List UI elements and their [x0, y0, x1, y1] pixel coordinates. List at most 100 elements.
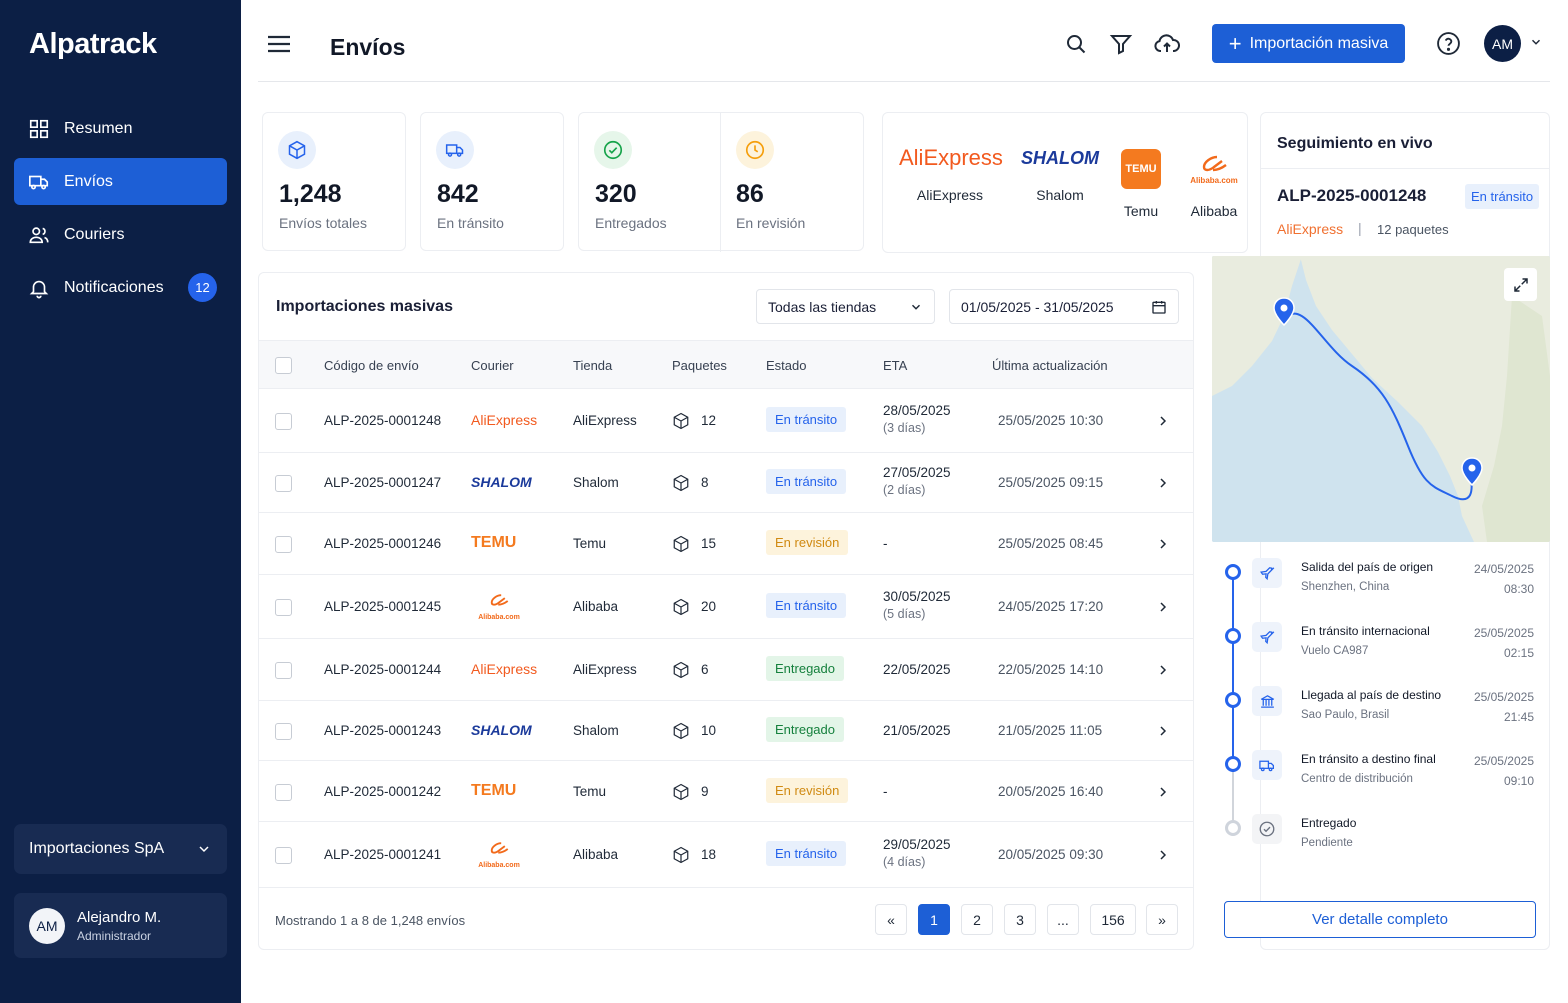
table-row[interactable]: ALP-2025-0001243 SHALOM Shalom 10 Entreg… — [259, 701, 1193, 761]
menu-icon[interactable] — [266, 33, 292, 55]
bulk-import-button[interactable]: + Importación masiva — [1212, 24, 1405, 63]
box-icon — [673, 598, 689, 616]
store-name: Shalom — [1036, 187, 1084, 203]
step-date: 25/05/2025 — [1473, 626, 1534, 640]
help-icon[interactable] — [1436, 31, 1461, 56]
column-header[interactable]: Código de envío — [324, 358, 419, 373]
eta-days: (3 días) — [883, 421, 926, 435]
last-updated: 24/05/2025 17:20 — [998, 599, 1104, 614]
pagination-page[interactable]: 156 — [1090, 904, 1136, 935]
plus-icon: + — [1228, 30, 1242, 56]
package-count: 18 — [701, 847, 717, 862]
calendar-icon — [1152, 300, 1166, 314]
table-row[interactable]: ALP-2025-0001247 SHALOM Shalom 8 En trán… — [259, 453, 1193, 513]
eta: 21/05/2025 — [883, 723, 951, 738]
eta-date: 22/05/2025 — [883, 662, 951, 677]
pagination-last[interactable]: » — [1146, 904, 1178, 935]
chevron-right-icon[interactable] — [1155, 536, 1171, 552]
chevron-down-icon[interactable] — [1529, 35, 1543, 49]
cloud-upload-icon[interactable] — [1154, 32, 1180, 56]
sidebar-item-resumen[interactable]: Resumen — [14, 105, 227, 152]
filter-icon[interactable] — [1109, 32, 1133, 56]
timeline-step: Llegada al país de destino Sao Paulo, Br… — [1212, 670, 1550, 734]
chevron-right-icon[interactable] — [1155, 475, 1171, 491]
map-graphic — [1212, 256, 1550, 542]
store-name: Temu — [573, 536, 607, 551]
table-row[interactable]: ALP-2025-0001248 AliExpress AliExpress 1… — [259, 389, 1193, 453]
row-checkbox[interactable] — [275, 413, 292, 430]
column-header[interactable]: Tienda — [573, 358, 612, 373]
store-aliexpress[interactable]: AliExpress AliExpress — [899, 143, 1003, 203]
row-checkbox[interactable] — [275, 662, 292, 679]
chevron-right-icon[interactable] — [1155, 784, 1171, 800]
table-row[interactable]: ALP-2025-0001241 Alibaba.com Alibaba 18 … — [259, 822, 1193, 888]
shipment-code: ALP-2025-0001241 — [324, 847, 442, 862]
chevron-right-icon[interactable] — [1155, 723, 1171, 739]
temu-logo: TEMU — [471, 781, 517, 799]
eta-date: - — [883, 536, 888, 551]
brand-logo: Alpatrack — [29, 28, 157, 60]
tracking-code: ALP-2025-0001248 — [1277, 186, 1427, 205]
organization-select[interactable]: Importaciones SpA — [14, 824, 227, 874]
row-checkbox[interactable] — [275, 723, 292, 740]
chevron-right-icon[interactable] — [1155, 413, 1171, 429]
box-icon — [673, 412, 689, 430]
row-checkbox[interactable] — [275, 599, 292, 616]
step-location: Pendiente — [1301, 837, 1353, 849]
select-all-checkbox[interactable] — [275, 357, 292, 374]
table-row[interactable]: ALP-2025-0001244 AliExpress AliExpress 6… — [259, 639, 1193, 701]
timeline-step: Entregado Pendiente — [1212, 798, 1550, 862]
table-row[interactable]: ALP-2025-0001246 TEMU Temu 15 En revisió… — [259, 513, 1193, 575]
row-checkbox[interactable] — [275, 783, 292, 801]
avatar[interactable]: AM — [1484, 25, 1521, 62]
stat-value: 842 — [437, 180, 479, 208]
stat-card-transit: 842 En tránsito — [420, 112, 564, 251]
top-header: Envíos + Importación masiva AM — [258, 0, 1550, 82]
row-checkbox[interactable] — [275, 847, 292, 864]
store-filter-select[interactable]: Todas las tiendas — [756, 289, 935, 324]
eta-date: 28/05/2025 — [883, 403, 951, 418]
row-checkbox[interactable] — [275, 536, 292, 553]
last-updated: 20/05/2025 16:40 — [998, 783, 1104, 799]
pagination-first[interactable]: « — [875, 904, 907, 935]
column-header[interactable]: Estado — [766, 358, 806, 373]
search-icon[interactable] — [1064, 32, 1088, 56]
expand-map-button[interactable] — [1504, 268, 1537, 301]
alibaba-logo: Alibaba.com — [471, 593, 527, 622]
last-updated: 25/05/2025 08:45 — [998, 536, 1104, 551]
column-header[interactable]: Paquetes — [672, 358, 727, 373]
eta-date: 30/05/2025 — [883, 589, 951, 604]
divider — [1261, 168, 1549, 169]
column-header[interactable]: ETA — [883, 358, 907, 373]
view-details-button[interactable]: Ver detalle completo — [1224, 901, 1536, 938]
stores-card: AliExpress AliExpress SHALOM Shalom TEMU… — [882, 112, 1248, 253]
date-range-picker[interactable]: 01/05/2025 - 31/05/2025 — [949, 289, 1179, 324]
store-alibaba[interactable]: Alibaba.com Alibaba — [1179, 149, 1249, 219]
box-icon — [673, 474, 689, 492]
grid-icon — [29, 119, 49, 138]
chevron-right-icon[interactable] — [1155, 599, 1171, 615]
sidebar-item-envios[interactable]: Envíos — [14, 158, 227, 205]
sidebar-item-notificaciones[interactable]: Notificaciones 12 — [14, 264, 227, 311]
pagination-page[interactable]: 2 — [961, 904, 993, 935]
pagination-page[interactable]: 1 — [918, 904, 950, 935]
eta: 28/05/2025 (3 días) — [883, 403, 951, 435]
store-temu[interactable]: TEMU Temu — [1119, 149, 1163, 219]
truck-icon — [29, 175, 49, 190]
chevron-right-icon[interactable] — [1155, 662, 1171, 678]
status-badge: En revisión — [766, 777, 849, 803]
table-row[interactable]: ALP-2025-0001242 TEMU Temu 9 En revisión… — [259, 761, 1193, 822]
column-header[interactable]: Courier — [471, 358, 514, 373]
pagination-page[interactable]: 3 — [1004, 904, 1036, 935]
step-datetime: 25/05/2025 02:15 — [1474, 623, 1534, 663]
row-checkbox[interactable] — [275, 475, 292, 492]
aliexpress-logo: AliExpress — [899, 145, 1003, 170]
status-badge: En revisión — [766, 530, 849, 555]
chevron-right-icon[interactable] — [1155, 847, 1171, 863]
store-shalom[interactable]: SHALOM Shalom — [1015, 143, 1105, 203]
route-map[interactable] — [1212, 256, 1550, 542]
sidebar-item-couriers[interactable]: Couriers — [14, 211, 227, 258]
user-card[interactable]: AM Alejandro M. Administrador — [14, 893, 227, 958]
table-row[interactable]: ALP-2025-0001245 Alibaba.com Alibaba 20 … — [259, 575, 1193, 639]
column-header[interactable]: Última actualización — [992, 358, 1108, 373]
